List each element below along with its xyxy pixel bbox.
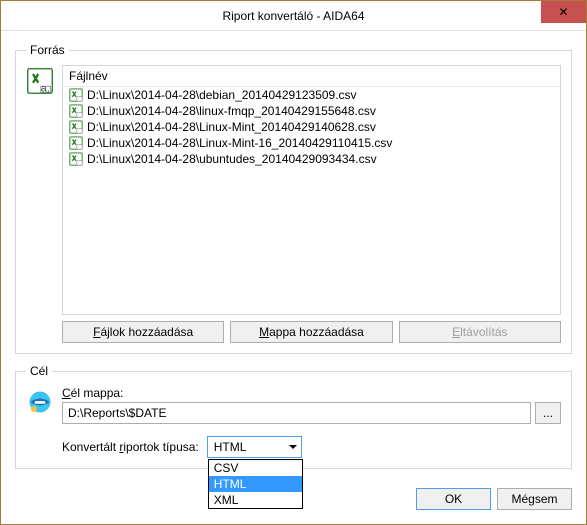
spreadsheet-icon: a, <box>26 67 54 95</box>
browse-button[interactable]: ... <box>535 402 561 424</box>
type-combobox[interactable]: HTML CSVHTMLXML <box>207 436 302 458</box>
browser-icon <box>26 388 54 416</box>
type-label: Konvertált riportok típusa: <box>62 440 199 454</box>
dropdown-item[interactable]: CSV <box>209 460 302 476</box>
close-icon: ✕ <box>558 5 568 19</box>
file-path: D:\Linux\2014-04-28\linux-fmqp_201404291… <box>87 104 376 118</box>
dialog-footer: OK Mégsem <box>416 488 572 510</box>
add-files-button[interactable]: Fájlok hozzáadása <box>62 321 224 343</box>
ellipsis-icon: ... <box>543 406 553 420</box>
cancel-button[interactable]: Mégsem <box>497 488 572 510</box>
dropdown-item[interactable]: XML <box>209 492 302 508</box>
content-area: Forrás a, Fájlnév D:\Linux\2014-04-28\de… <box>1 31 586 493</box>
ok-button[interactable]: OK <box>416 488 491 510</box>
file-path: D:\Linux\2014-04-28\Linux-Mint_201404291… <box>87 120 376 134</box>
file-path: D:\Linux\2014-04-28\ubuntudes_2014042909… <box>87 152 377 166</box>
target-legend: Cél <box>26 364 52 378</box>
target-group: Cél Cél mappa: ... Konvertált riportok t… <box>15 364 572 469</box>
file-icon <box>69 152 83 166</box>
file-row[interactable]: D:\Linux\2014-04-28\linux-fmqp_201404291… <box>63 103 560 119</box>
add-folder-button[interactable]: Mappa hozzáadása <box>230 321 392 343</box>
file-icon <box>69 120 83 134</box>
file-row[interactable]: D:\Linux\2014-04-28\debian_2014042912350… <box>63 87 560 103</box>
target-folder-label: Cél mappa: <box>62 386 561 400</box>
file-list[interactable]: Fájlnév D:\Linux\2014-04-28\debian_20140… <box>62 65 561 315</box>
source-group: Forrás a, Fájlnév D:\Linux\2014-04-28\de… <box>15 43 572 354</box>
file-row[interactable]: D:\Linux\2014-04-28\Linux-Mint-16_201404… <box>63 135 560 151</box>
file-path: D:\Linux\2014-04-28\debian_2014042912350… <box>87 88 357 102</box>
svg-text:a,: a, <box>41 83 50 95</box>
window-title: Riport konvertáló - AIDA64 <box>222 9 364 23</box>
file-path: D:\Linux\2014-04-28\Linux-Mint-16_201404… <box>87 136 392 150</box>
combo-value: HTML <box>214 440 247 454</box>
file-icon <box>69 88 83 102</box>
file-icon <box>69 136 83 150</box>
file-list-header[interactable]: Fájlnév <box>63 66 560 87</box>
dropdown-item[interactable]: HTML <box>209 476 302 492</box>
chevron-down-icon <box>289 445 297 449</box>
close-button[interactable]: ✕ <box>541 1 586 23</box>
source-legend: Forrás <box>26 43 69 57</box>
titlebar: Riport konvertáló - AIDA64 ✕ <box>1 1 586 31</box>
file-icon <box>69 104 83 118</box>
type-dropdown: CSVHTMLXML <box>208 459 303 509</box>
file-row[interactable]: D:\Linux\2014-04-28\Linux-Mint_201404291… <box>63 119 560 135</box>
file-row[interactable]: D:\Linux\2014-04-28\ubuntudes_2014042909… <box>63 151 560 167</box>
target-folder-input[interactable] <box>62 402 531 424</box>
remove-button: Eltávolítás <box>399 321 561 343</box>
dialog-window: Riport konvertáló - AIDA64 ✕ Forrás a, F… <box>0 0 587 525</box>
